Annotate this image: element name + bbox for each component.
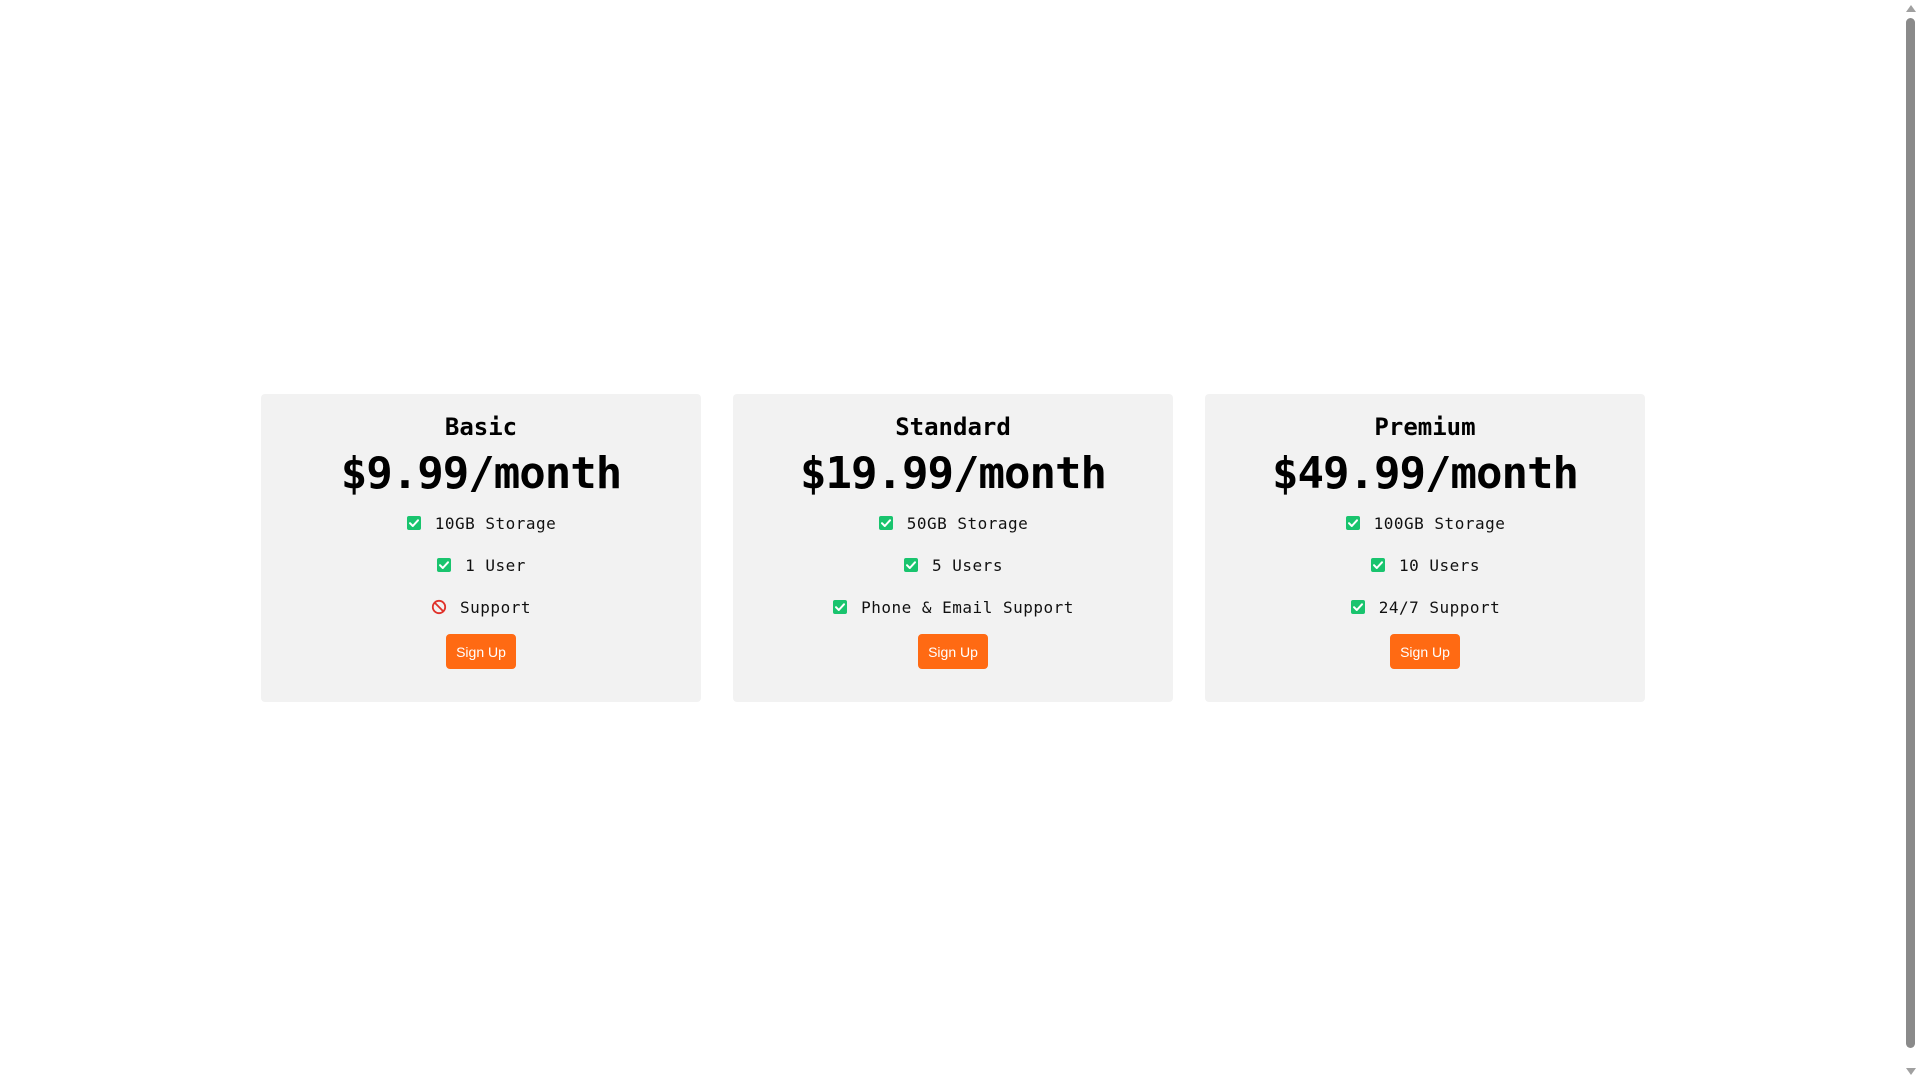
plan-card-standard: Standard $19.99/month 50GB Storage 5 Use… <box>733 394 1173 702</box>
feature-item: 5 Users <box>903 544 1003 586</box>
sign-up-button[interactable]: Sign Up <box>1390 634 1460 669</box>
plan-name: Premium <box>1374 413 1476 441</box>
plan-card-premium: Premium $49.99/month 100GB Storage 10 Us… <box>1205 394 1645 702</box>
feature-text: Phone & Email Support <box>861 597 1074 617</box>
feature-item: Phone & Email Support <box>832 586 1074 628</box>
check-icon <box>1345 515 1361 531</box>
browser-viewport: Basic $9.99/month 10GB Storage 1 User Su… <box>0 0 1920 1080</box>
plan-price: $49.99/month <box>1272 448 1579 499</box>
sign-up-button[interactable]: Sign Up <box>918 634 988 669</box>
feature-text: 50GB Storage <box>906 513 1029 533</box>
feature-list: 100GB Storage 10 Users 24/7 Support <box>1345 502 1506 628</box>
plan-price: $9.99/month <box>340 448 622 499</box>
feature-text: 100GB Storage <box>1373 513 1506 533</box>
vertical-scrollbar[interactable] <box>1902 0 1920 1080</box>
check-icon <box>903 557 919 573</box>
plan-name: Basic <box>444 413 518 441</box>
check-icon <box>878 515 894 531</box>
feature-item: 24/7 Support <box>1350 586 1501 628</box>
feature-list: 50GB Storage 5 Users Phone & Email Suppo… <box>832 502 1074 628</box>
scroll-down-arrow-icon[interactable] <box>1906 1068 1916 1075</box>
feature-text: 1 User <box>465 555 526 575</box>
feature-text: Support <box>460 597 531 617</box>
check-icon <box>832 599 848 615</box>
pricing-plans: Basic $9.99/month 10GB Storage 1 User Su… <box>261 394 1645 702</box>
feature-text: 10GB Storage <box>434 513 557 533</box>
feature-item: 10 Users <box>1370 544 1480 586</box>
feature-item: 100GB Storage <box>1345 502 1506 544</box>
check-icon <box>1370 557 1386 573</box>
plan-price: $19.99/month <box>800 448 1107 499</box>
scroll-up-arrow-icon[interactable] <box>1906 5 1916 12</box>
scrollbar-thumb[interactable] <box>1906 18 1915 1048</box>
prohibited-icon <box>431 599 447 615</box>
plan-card-basic: Basic $9.99/month 10GB Storage 1 User Su… <box>261 394 701 702</box>
feature-item: 1 User <box>436 544 526 586</box>
feature-list: 10GB Storage 1 User Support <box>406 502 557 628</box>
feature-item: Support <box>431 586 531 628</box>
sign-up-button[interactable]: Sign Up <box>446 634 516 669</box>
feature-item: 10GB Storage <box>406 502 557 544</box>
feature-text: 24/7 Support <box>1378 597 1501 617</box>
check-icon <box>1350 599 1366 615</box>
plan-name: Standard <box>895 413 1011 441</box>
check-icon <box>436 557 452 573</box>
check-icon <box>406 515 422 531</box>
feature-text: 5 Users <box>932 555 1003 575</box>
feature-text: 10 Users <box>1398 555 1481 575</box>
feature-item: 50GB Storage <box>878 502 1029 544</box>
page-content: Basic $9.99/month 10GB Storage 1 User Su… <box>0 0 1902 1080</box>
